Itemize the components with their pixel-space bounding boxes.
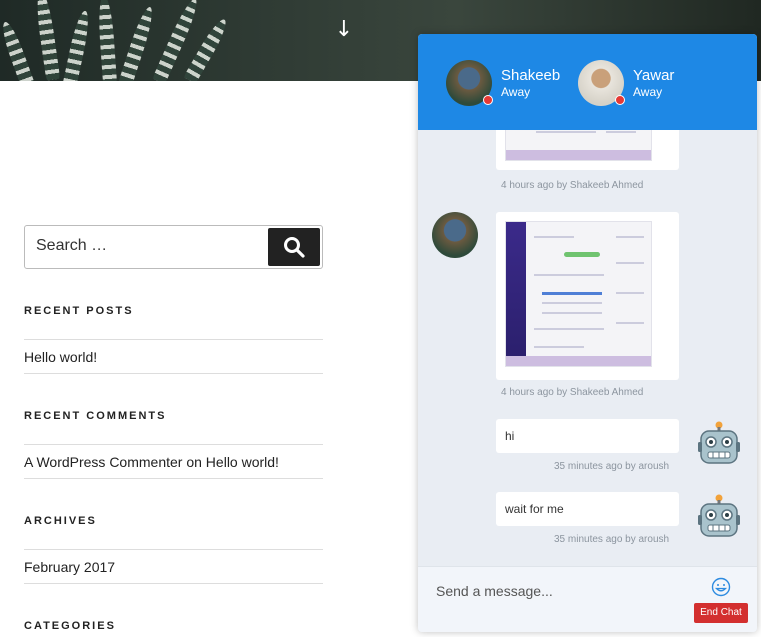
chat-header: Shakeeb Away Yawar Away [418,34,757,130]
message-meta: 35 minutes ago by aroush [554,461,670,472]
message-text: hi [505,429,515,443]
message-bubble: wait for me [496,492,679,526]
avatar [446,60,493,106]
plant-leaf [183,16,231,81]
sidebar: Search … RECENT POSTS Hello world! RECEN… [24,225,323,632]
agent-status: Away [501,85,531,99]
widget-archives: ARCHIVES February 2017 [24,515,323,584]
plant-leaf [117,4,157,81]
message-image-bubble [496,130,679,170]
composer: Send a message... End Chat [418,566,757,632]
plant-leaf [33,0,61,81]
post-link[interactable]: Hello world! [24,340,323,374]
message-meta: 4 hours ago by Shakeeb Ahmed [501,180,644,191]
widget-recent-comments: RECENT COMMENTS A WordPress Commenter on… [24,410,323,479]
status-away-indicator [483,95,493,105]
smiley-icon[interactable] [711,577,731,597]
comment-link[interactable]: A WordPress Commenter on Hello world! [24,445,323,479]
message-image-bubble [496,212,679,380]
plant-leaf [0,19,36,81]
archive-link[interactable]: February 2017 [24,550,323,584]
agent-name: Yawar [633,67,675,84]
widget-title: RECENT COMMENTS [24,410,167,422]
message-list[interactable]: 4 hours ago by Shakeeb Ahmed 4 hours ago… [418,130,757,566]
attachment-image[interactable] [505,221,652,367]
widget-title: CATEGORIES [24,620,116,632]
search-button[interactable] [268,228,320,266]
widget-title: ARCHIVES [24,515,97,527]
search-input[interactable]: Search … [36,237,107,255]
agent-status: Away [633,85,663,99]
widget-recent-posts: RECENT POSTS Hello world! [24,305,323,374]
status-away-indicator [615,95,625,105]
plant-leaf [96,0,118,81]
avatar [432,212,478,258]
agent-name: Shakeeb [501,67,561,84]
message-meta: 4 hours ago by Shakeeb Ahmed [501,387,644,398]
message-text: wait for me [505,502,564,516]
widget-categories: CATEGORIES [24,620,323,632]
message-input[interactable]: Send a message... [436,583,553,599]
avatar [578,60,625,106]
plant-leaf [61,9,93,81]
widget-title: RECENT POSTS [24,305,134,317]
message-bubble: hi [496,419,679,453]
attachment-image[interactable] [505,130,652,161]
agent-shakeeb: Shakeeb Away [446,60,560,106]
agent-yawar: Yawar Away [578,60,674,106]
end-chat-button[interactable]: End Chat [694,603,748,623]
chat-widget: Shakeeb Away Yawar Away 4 hours ago by S… [418,34,757,632]
down-arrow-icon[interactable]: ↓ [334,18,354,42]
robot-icon [698,421,740,464]
search-form: Search … [24,225,323,269]
search-icon [284,237,305,258]
robot-icon [698,494,740,537]
message-meta: 35 minutes ago by aroush [554,534,670,545]
